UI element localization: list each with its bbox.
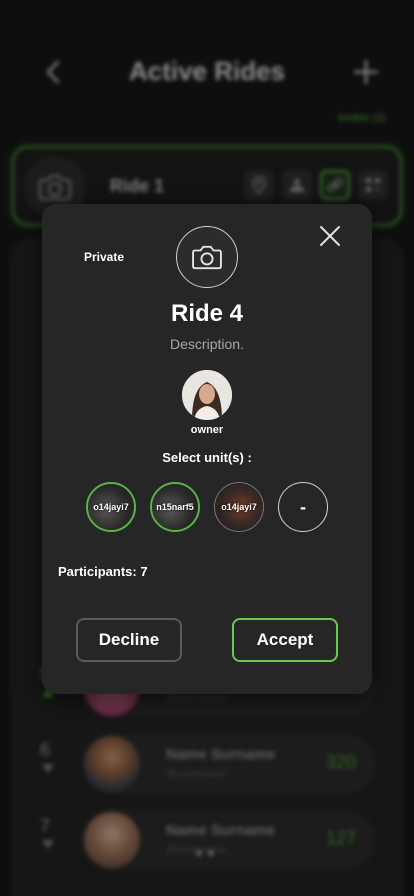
- unit-label: n15narf5: [156, 502, 194, 512]
- unit-option-empty[interactable]: -: [278, 482, 328, 532]
- ride-description: Description.: [170, 336, 244, 352]
- unit-label: o14jayi7: [93, 502, 129, 512]
- unit-option[interactable]: o14jayi7: [86, 482, 136, 532]
- unit-option[interactable]: o14jayi7: [214, 482, 264, 532]
- ride-invite-modal: Private Ride 4 Description. owner Select…: [42, 204, 372, 694]
- ride-title: Ride 4: [170, 300, 244, 327]
- participants-count: Participants: 7: [58, 564, 148, 579]
- owner-avatar: [182, 370, 232, 420]
- visibility-label: Private: [84, 250, 125, 264]
- decline-button[interactable]: Decline: [76, 618, 182, 662]
- owner-label: owner: [190, 424, 224, 436]
- close-icon[interactable]: [318, 224, 342, 248]
- unit-selector: o14jayi7 n15narf5 o14jayi7 -: [86, 482, 328, 532]
- unit-label: o14jayi7: [221, 502, 257, 512]
- unit-option[interactable]: n15narf5: [150, 482, 200, 532]
- camera-icon[interactable]: [176, 226, 238, 288]
- accept-button[interactable]: Accept: [232, 618, 338, 662]
- select-units-label: Select unit(s) :: [162, 450, 252, 465]
- unit-label: -: [300, 496, 306, 517]
